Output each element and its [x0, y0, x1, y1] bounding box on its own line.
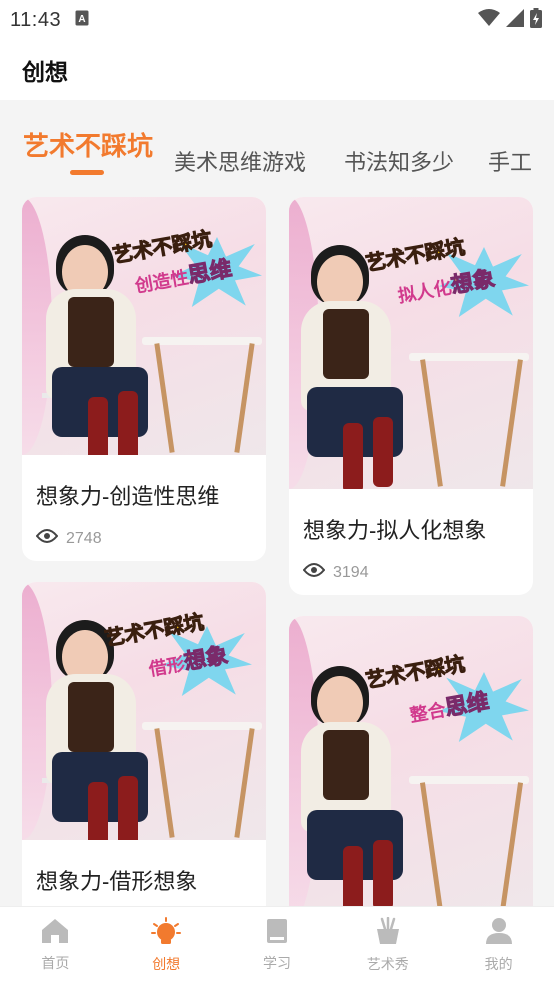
view-count: 3194: [302, 563, 519, 582]
video-title: 想象力-创造性思维: [36, 484, 220, 509]
nav-art-show[interactable]: 艺术秀: [332, 907, 443, 984]
tab-indicator: [70, 170, 104, 175]
video-card[interactable]: 艺术不踩坑 借形想象 想象力-借形想象: [22, 582, 266, 922]
app-bar: 创想: [0, 40, 554, 100]
video-thumbnail: 艺术不踩坑 拟人化想象: [289, 197, 533, 489]
video-thumbnail: 艺术不踩坑 借形想象: [22, 582, 266, 840]
tab-art-thinking-games[interactable]: 美术思维游戏: [174, 145, 306, 177]
book-icon: [265, 918, 289, 949]
home-icon: [41, 918, 69, 949]
nav-label: 学习: [262, 955, 291, 971]
nav-label: 艺术秀: [366, 956, 409, 972]
lightbulb-icon: [151, 917, 182, 950]
eye-icon: [35, 529, 59, 548]
battery-icon: [530, 7, 542, 33]
view-count: 2748: [35, 529, 252, 548]
video-title: 想象力-借形想象: [36, 869, 198, 894]
status-time: 11:43: [10, 8, 62, 31]
signal-icon: [506, 8, 524, 32]
nav-label: 我的: [484, 956, 513, 972]
video-card[interactable]: 艺术不踩坑 创造性思维 想象力-创造性思维 2748: [22, 197, 266, 561]
video-card[interactable]: 艺术不踩坑 拟人化想象 想象力-拟人化想象 3194: [289, 197, 533, 595]
video-thumbnail: 艺术不踩坑 创造性思维: [22, 197, 266, 455]
thumbnail-overlay-title: 艺术不踩坑: [364, 653, 467, 693]
status-bar: 11:43 A: [0, 0, 554, 40]
nav-learn[interactable]: 学习: [222, 907, 333, 984]
tab-calligraphy[interactable]: 书法知多少: [344, 145, 454, 177]
tab-handcraft[interactable]: 手工: [488, 145, 532, 177]
video-card[interactable]: 艺术不踩坑 整合思维: [289, 616, 533, 926]
nav-label: 首页: [41, 955, 70, 971]
nav-home[interactable]: 首页: [0, 907, 111, 984]
person-icon: [485, 917, 513, 950]
video-thumbnail: 艺术不踩坑 整合思维: [289, 616, 533, 926]
nav-me[interactable]: 我的: [443, 907, 554, 984]
art-pot-icon: [374, 916, 402, 950]
wifi-icon: [478, 8, 500, 32]
bottom-navigation: 首页 创想 学习 艺术秀 我的: [0, 906, 554, 984]
page-title: 创想: [22, 59, 68, 85]
tab-art-no-pitfalls[interactable]: 艺术不踩坑: [23, 126, 153, 163]
notification-icon: A: [75, 10, 89, 31]
svg-text:A: A: [78, 14, 85, 25]
nav-create[interactable]: 创想: [111, 907, 222, 984]
eye-icon: [302, 563, 326, 582]
video-title: 想象力-拟人化想象: [303, 518, 487, 543]
nav-label: 创想: [152, 956, 181, 972]
